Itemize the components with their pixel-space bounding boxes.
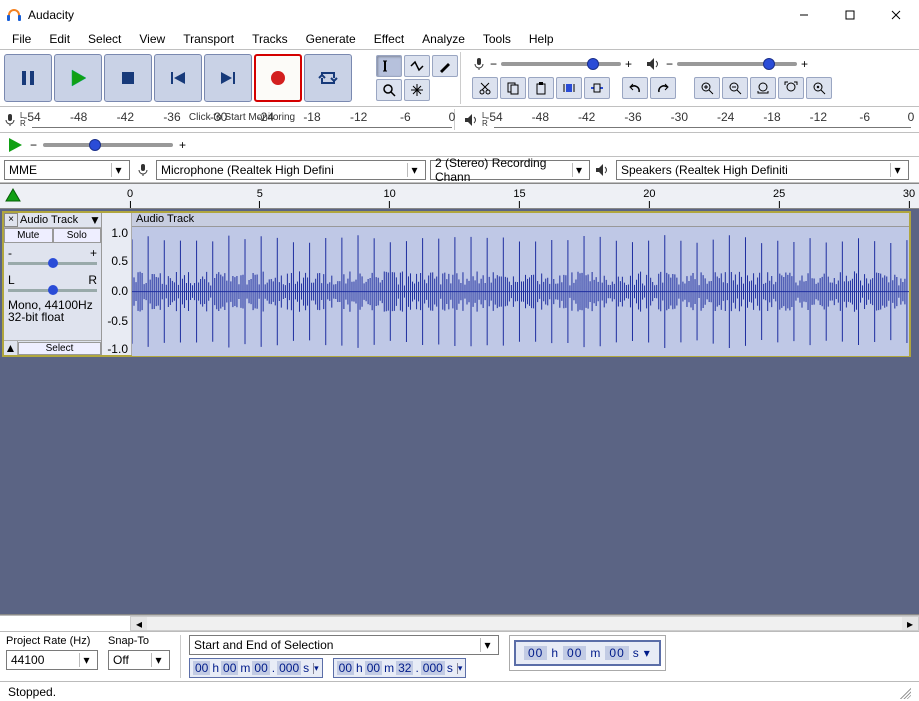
menu-tools[interactable]: Tools <box>475 30 519 48</box>
menu-generate[interactable]: Generate <box>298 30 364 48</box>
zoom-tool-button[interactable] <box>376 79 402 101</box>
status-text: Stopped. <box>8 685 56 699</box>
redo-button[interactable] <box>650 77 676 99</box>
tracks-area: × Audio Track ▼ Mute Solo -+ LR Mono, 44… <box>0 209 919 615</box>
skip-end-button[interactable] <box>204 54 252 102</box>
device-toolbar: MME▾ Microphone (Realtek High Defini▾ 2 … <box>0 156 919 182</box>
resize-grip-icon[interactable] <box>897 685 911 699</box>
track-pan-slider[interactable] <box>8 289 97 292</box>
zoom-in-button[interactable] <box>694 77 720 99</box>
playback-volume-slider[interactable] <box>677 62 797 66</box>
selection-toolbar: Project Rate (Hz) 44100▾ Snap-To Off▾ St… <box>0 631 919 681</box>
clip-title[interactable]: Audio Track <box>132 213 909 227</box>
track-name[interactable]: Audio Track <box>18 213 89 227</box>
cut-button[interactable] <box>472 77 498 99</box>
track-solo-button[interactable]: Solo <box>53 228 102 243</box>
playback-device-combo[interactable]: Speakers (Realtek High Definiti▾ <box>616 160 909 180</box>
record-volume-slider[interactable] <box>501 62 621 66</box>
menu-edit[interactable]: Edit <box>41 30 78 48</box>
track-gain-slider[interactable] <box>8 262 97 265</box>
recording-device-combo[interactable]: Microphone (Realtek High Defini▾ <box>156 160 426 180</box>
scroll-left-button[interactable]: ◂ <box>131 617 147 630</box>
speaker-icon <box>464 113 480 127</box>
play-button[interactable] <box>54 54 102 102</box>
microphone-icon <box>136 163 150 177</box>
zoom-out-button[interactable] <box>722 77 748 99</box>
track-menu-button[interactable]: ▼ <box>89 213 101 227</box>
toolbars: − + − + <box>0 49 919 183</box>
copy-button[interactable] <box>500 77 526 99</box>
speaker-icon <box>646 57 662 71</box>
play-at-speed-toolbar: − + <box>0 132 919 156</box>
track-select-button[interactable]: Select <box>18 342 101 355</box>
silence-button[interactable] <box>584 77 610 99</box>
menubar: File Edit Select View Transport Tracks G… <box>0 29 919 49</box>
track-control-panel: × Audio Track ▼ Mute Solo -+ LR Mono, 44… <box>4 213 102 355</box>
track-collapse-button[interactable]: ▲ <box>4 341 18 355</box>
status-bar: Stopped. <box>0 681 919 701</box>
skip-start-button[interactable] <box>154 54 202 102</box>
microphone-icon <box>472 57 486 71</box>
record-button[interactable] <box>254 54 302 102</box>
scroll-right-button[interactable]: ▸ <box>902 617 918 630</box>
window-close-button[interactable] <box>873 0 919 29</box>
menu-help[interactable]: Help <box>521 30 562 48</box>
menu-tracks[interactable]: Tracks <box>244 30 296 48</box>
audio-track: × Audio Track ▼ Mute Solo -+ LR Mono, 44… <box>2 211 911 357</box>
track-mute-button[interactable]: Mute <box>4 228 53 243</box>
multi-tool-button[interactable] <box>404 79 430 101</box>
track-close-button[interactable]: × <box>4 213 18 227</box>
menu-effect[interactable]: Effect <box>366 30 412 48</box>
app-logo-icon <box>6 7 22 23</box>
recording-channels-combo[interactable]: 2 (Stereo) Recording Chann▾ <box>430 160 590 180</box>
menu-view[interactable]: View <box>131 30 173 48</box>
selection-mode-combo[interactable]: Start and End of Selection▾ <box>189 635 499 655</box>
project-rate-label: Project Rate (Hz) <box>6 635 98 647</box>
fit-selection-button[interactable] <box>750 77 776 99</box>
playback-speed-slider[interactable] <box>43 143 173 147</box>
pause-button[interactable] <box>4 54 52 102</box>
playback-meter[interactable]: -54-48-42-36-30-24-18-12-60 <box>494 108 911 132</box>
snap-to-label: Snap-To <box>108 635 170 647</box>
selection-end-time[interactable]: 00h 00m 32. 000s▾ <box>333 658 467 678</box>
edit-toolbar <box>472 77 832 99</box>
play-at-speed-button[interactable] <box>6 136 24 154</box>
titlebar: Audacity <box>0 0 919 29</box>
record-volume-slider-group: − + − + <box>472 57 832 71</box>
recording-meter[interactable]: LR Click to Start Monitoring -54-48-42-3… <box>0 106 919 132</box>
audio-host-combo[interactable]: MME▾ <box>4 160 130 180</box>
paste-button[interactable] <box>528 77 554 99</box>
selection-start-time[interactable]: 00h 00m 00. 000s▾ <box>189 658 323 678</box>
snap-to-combo[interactable]: Off▾ <box>108 650 170 670</box>
selection-tool-button[interactable] <box>376 55 402 77</box>
draw-tool-button[interactable] <box>432 55 458 77</box>
loop-button[interactable] <box>304 54 352 102</box>
tools-toolbar <box>376 55 458 101</box>
window-maximize-button[interactable] <box>827 0 873 29</box>
app-title: Audacity <box>28 8 781 22</box>
menu-file[interactable]: File <box>4 30 39 48</box>
waveform[interactable] <box>132 227 909 356</box>
stop-button[interactable] <box>104 54 152 102</box>
trim-button[interactable] <box>556 77 582 99</box>
pinned-play-head-icon[interactable] <box>4 187 22 205</box>
start-monitoring-label[interactable]: Click to Start Monitoring <box>189 112 295 123</box>
menu-analyze[interactable]: Analyze <box>414 30 473 48</box>
microphone-icon <box>3 113 17 127</box>
window-minimize-button[interactable] <box>781 0 827 29</box>
menu-select[interactable]: Select <box>80 30 129 48</box>
envelope-tool-button[interactable] <box>404 55 430 77</box>
project-rate-combo[interactable]: 44100▾ <box>6 650 98 670</box>
zoom-toggle-button[interactable] <box>806 77 832 99</box>
audio-position-time[interactable]: 00h 00m 00s▾ <box>514 640 661 666</box>
undo-button[interactable] <box>622 77 648 99</box>
menu-transport[interactable]: Transport <box>175 30 242 48</box>
timeline-ruler[interactable]: 051015202530 <box>0 183 919 209</box>
speaker-icon <box>595 163 611 177</box>
fit-project-button[interactable] <box>778 77 804 99</box>
transport-toolbar <box>0 50 356 106</box>
horizontal-scrollbar[interactable]: ◂ ▸ <box>0 615 919 631</box>
vertical-scale[interactable]: 1.0 0.5 0.0 -0.5 -1.0 <box>102 213 132 355</box>
